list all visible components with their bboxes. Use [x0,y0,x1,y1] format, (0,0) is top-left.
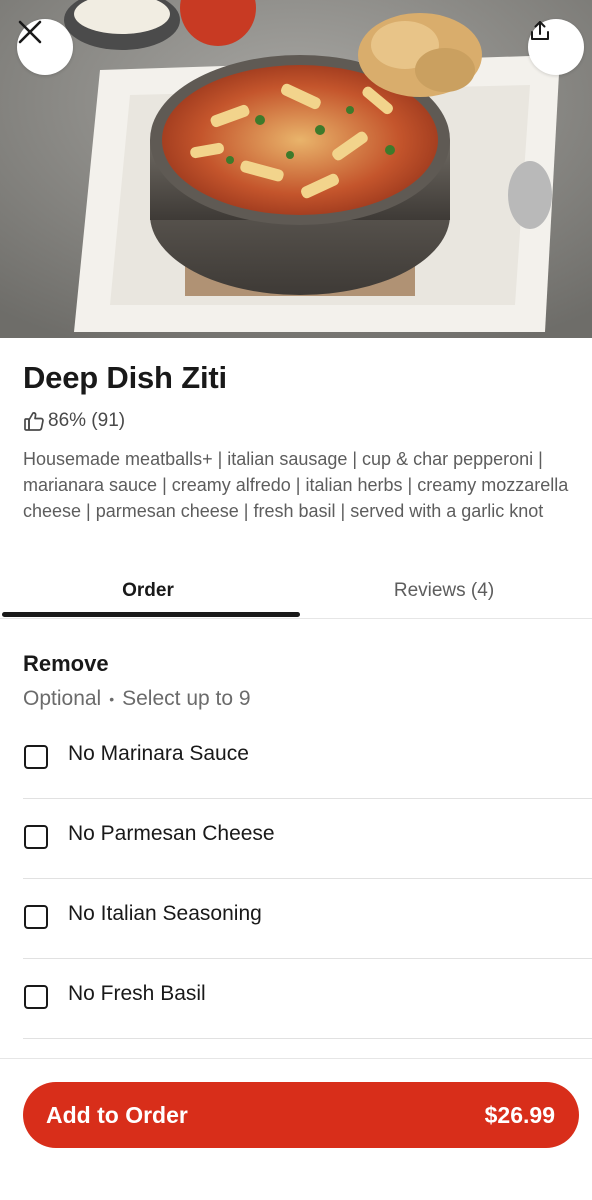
checkbox[interactable] [24,905,48,929]
add-to-order-button[interactable]: Add to Order $26.99 [23,1082,579,1148]
rating: 86% (91) [23,410,125,432]
option-no-marinara-sauce[interactable]: No Marinara Sauce [0,719,592,799]
tab-bar: Order Reviews (4) [0,570,592,619]
select-limit: Select up to 9 [122,687,251,710]
item-title: Deep Dish Ziti [23,360,227,395]
hero-image [0,0,592,338]
food-photo [0,0,592,338]
tab-order[interactable]: Order [0,570,296,614]
footer-divider [0,1058,592,1059]
option-no-fresh-basil[interactable]: No Fresh Basil [0,959,592,1039]
tab-reviews[interactable]: Reviews (4) [296,570,592,614]
option-no-italian-seasoning[interactable]: No Italian Seasoning [0,879,592,959]
optional-label: Optional [23,687,102,710]
active-tab-indicator [2,612,300,617]
option-no-parmesan-cheese[interactable]: No Parmesan Cheese [0,799,592,879]
option-label: No Marinara Sauce [68,742,249,765]
checkbox[interactable] [24,985,48,1009]
share-button[interactable] [528,19,584,75]
checkbox[interactable] [24,745,48,769]
rating-text: 86% (91) [48,410,126,431]
option-label: No Parmesan Cheese [68,822,275,845]
divider [23,1038,592,1039]
add-to-order-label: Add to Order [46,1102,188,1128]
section-subtitle: Optional • Select up to 9 [23,687,251,711]
thumbs-up-icon [23,410,45,432]
section-title: Remove [23,651,109,676]
option-label: No Italian Seasoning [68,902,262,925]
separator-dot: • [109,691,115,708]
close-button[interactable] [17,19,73,75]
option-label: No Fresh Basil [68,982,206,1005]
item-description: Housemade meatballs+ | italian sausage |… [23,449,569,521]
checkbox[interactable] [24,825,48,849]
total-price: $26.99 [484,1102,555,1128]
